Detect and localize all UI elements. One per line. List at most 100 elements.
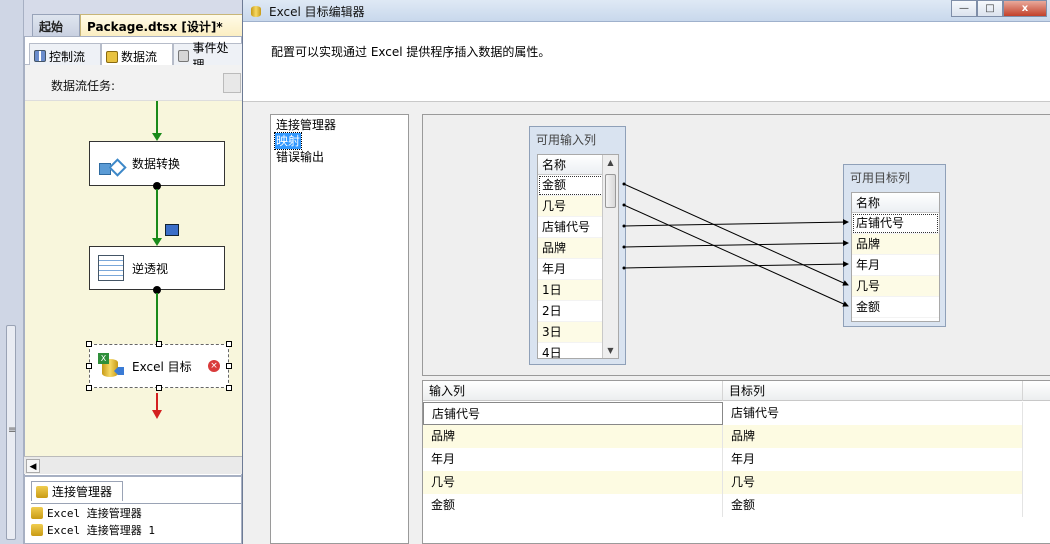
input-column-cell[interactable]: 店铺代号	[423, 402, 723, 425]
resize-handle[interactable]	[86, 341, 92, 347]
header-input-column[interactable]: 输入列	[423, 381, 723, 401]
nav-item-mappings[interactable]: 映射	[273, 132, 303, 150]
resize-handle[interactable]	[156, 385, 162, 391]
node-unpivot[interactable]: 逆透视	[89, 246, 225, 290]
connection-manager-icon	[36, 485, 48, 498]
input-column-cell[interactable]: 金额	[423, 494, 723, 517]
flow-path[interactable]	[156, 189, 158, 239]
table-row[interactable]: 几号 几号	[423, 471, 1023, 494]
mapping-line[interactable]	[623, 240, 849, 248]
data-flow-task-label: 数据流任务:	[51, 79, 116, 93]
connection-manager-panel: 连接管理器 Excel 连接管理器 Excel 连接管理器 1	[24, 476, 242, 544]
destination-column-cell[interactable]: 年月	[723, 448, 1023, 471]
input-column-cell[interactable]: 几号	[423, 471, 723, 494]
resize-handle[interactable]	[226, 363, 232, 369]
description-area: 配置可以实现通过 Excel 提供程序插入数据的属性。	[243, 22, 1050, 102]
data-conversion-icon	[98, 151, 124, 177]
destination-columns-header: 名称	[852, 193, 939, 213]
resize-handle[interactable]	[226, 385, 232, 391]
dialog-description: 配置可以实现通过 Excel 提供程序插入数据的属性。	[271, 45, 551, 59]
connection-list: Excel 连接管理器 Excel 连接管理器 1	[31, 503, 241, 538]
ide-left-scrollbar[interactable]: ≡	[0, 0, 24, 544]
table-row[interactable]: 年月 年月	[423, 448, 1023, 471]
error-output-path[interactable]	[156, 393, 158, 411]
scroll-down-icon[interactable]: ▼	[605, 345, 616, 356]
node-excel-destination-label: Excel 目标	[132, 359, 192, 374]
resize-handle[interactable]	[86, 363, 92, 369]
input-columns-list[interactable]: 名称 金额 几号 店铺代号 品牌 年月 1日 2日 3日 4日 ▲ ▼	[537, 154, 619, 359]
destination-column-item[interactable]: 店铺代号	[852, 213, 939, 234]
maximize-button[interactable]: □	[977, 0, 1003, 17]
dialog-titlebar[interactable]: Excel 目标编辑器 — □ x	[243, 0, 1050, 22]
data-flow-icon	[106, 50, 118, 63]
input-columns-title: 可用输入列	[536, 133, 597, 147]
tab-connection-manager[interactable]: 连接管理器	[31, 481, 123, 501]
connection-label: Excel 连接管理器 1	[47, 523, 155, 537]
excel-connection-icon	[31, 506, 43, 519]
flow-path[interactable]	[156, 293, 158, 344]
input-list-scrollbar[interactable]: ▲ ▼	[602, 155, 618, 358]
tab-data-flow[interactable]: 数据流	[101, 43, 173, 66]
data-flow-task-dropdown[interactable]	[223, 73, 241, 93]
package-designer: 控制流 数据流 事件处理 数据流任务: 数据转换 逆透视	[24, 36, 243, 476]
destination-columns-list[interactable]: 名称 店铺代号 品牌 年月 几号 金额	[851, 192, 940, 322]
destination-column-cell[interactable]: 品牌	[723, 425, 1023, 448]
nav-item-error-output[interactable]: 错误输出	[275, 149, 325, 165]
list-item[interactable]: Excel 连接管理器 1	[31, 521, 241, 538]
destination-column-cell[interactable]: 店铺代号	[723, 402, 1023, 425]
table-row[interactable]: 店铺代号 店铺代号	[423, 402, 1023, 425]
resize-handle[interactable]	[86, 385, 92, 391]
resize-handle[interactable]	[226, 341, 232, 347]
event-handler-icon	[178, 50, 190, 62]
excel-connection-icon	[31, 523, 43, 536]
nav-item-connection-manager[interactable]: 连接管理器	[275, 117, 337, 133]
tab-control-flow[interactable]: 控制流	[29, 43, 101, 65]
flow-arrow-icon	[152, 238, 162, 246]
excel-destination-icon	[249, 4, 263, 18]
scroll-thumb[interactable]	[605, 174, 616, 208]
input-column-cell[interactable]: 年月	[423, 448, 723, 471]
close-button[interactable]: x	[1003, 0, 1047, 17]
canvas-horizontal-scrollbar[interactable]: ◀	[24, 456, 242, 474]
minimize-button[interactable]: —	[951, 0, 977, 17]
document-tabs: 起始页 Package.dtsx [设计]*	[24, 10, 244, 36]
destination-column-cell[interactable]: 几号	[723, 471, 1023, 494]
mapping-grid: 输入列 目标列 店铺代号 店铺代号 品牌 品牌 年月 年月 几号 几号 金额 金…	[422, 380, 1050, 544]
tab-package-design[interactable]: Package.dtsx [设计]*	[80, 14, 244, 36]
tab-start-page[interactable]: 起始页	[32, 14, 80, 36]
excel-destination-icon: X	[98, 353, 124, 379]
flow-path[interactable]	[156, 101, 158, 133]
mapping-line[interactable]	[623, 261, 849, 269]
mapping-lines[interactable]	[423, 115, 1050, 377]
destination-column-item[interactable]: 金额	[852, 297, 939, 318]
data-viewer-icon[interactable]	[165, 224, 179, 236]
tab-control-flow-label: 控制流	[49, 49, 86, 64]
error-arrow-icon	[152, 410, 162, 419]
mapping-line[interactable]	[623, 204, 849, 307]
destination-columns-title: 可用目标列	[850, 171, 911, 185]
destination-column-item[interactable]: 年月	[852, 255, 939, 276]
mapping-line[interactable]	[623, 183, 849, 286]
node-data-conversion[interactable]: 数据转换	[89, 141, 225, 186]
mapping-line[interactable]	[623, 219, 849, 227]
tab-event-handlers[interactable]: 事件处理	[173, 41, 243, 72]
available-destination-columns: 可用目标列 名称 店铺代号 品牌 年月 几号 金额	[843, 164, 946, 327]
input-column-cell[interactable]: 品牌	[423, 425, 723, 448]
destination-column-item[interactable]: 几号	[852, 276, 939, 297]
dialog-title: Excel 目标编辑器	[269, 5, 365, 19]
destination-column-cell[interactable]: 金额	[723, 494, 1023, 517]
scroll-left-icon[interactable]: ◀	[26, 459, 40, 473]
table-row[interactable]: 品牌 品牌	[423, 425, 1023, 448]
header-destination-column[interactable]: 目标列	[723, 381, 1023, 401]
resize-handle[interactable]	[156, 341, 162, 347]
mapping-designer[interactable]: 可用输入列 名称 金额 几号 店铺代号 品牌 年月 1日 2日 3日 4日 ▲ …	[422, 114, 1050, 376]
node-data-conversion-label: 数据转换	[132, 157, 181, 171]
data-flow-task-bar: 数据流任务:	[25, 65, 243, 101]
node-excel-destination[interactable]: X Excel 目标 ×	[89, 344, 229, 388]
data-flow-canvas[interactable]: 数据转换 逆透视 X Excel 目标 ×	[25, 101, 243, 456]
scroll-up-icon[interactable]: ▲	[605, 157, 616, 168]
destination-column-item[interactable]: 品牌	[852, 234, 939, 255]
table-row[interactable]: 金额 金额	[423, 494, 1023, 517]
list-item[interactable]: Excel 连接管理器	[31, 504, 241, 521]
flow-arrow-icon	[152, 133, 162, 141]
